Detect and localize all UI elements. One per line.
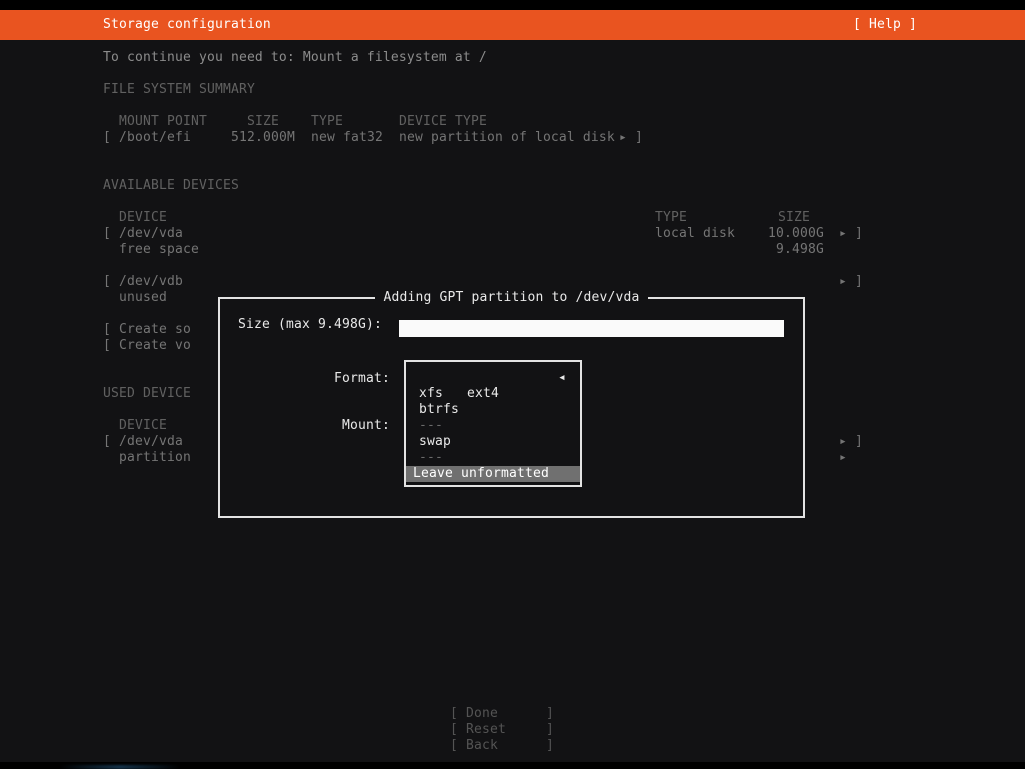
device-vdb-status: unused	[119, 290, 167, 306]
size-input[interactable]	[399, 320, 784, 337]
bracket-close: ]	[546, 738, 554, 754]
row-expand-arrow-icon: ▸	[619, 130, 627, 146]
selected-option-marker-icon: ◂	[558, 370, 566, 386]
device-row-vda-free-space[interactable]: free space 9.498G	[103, 242, 863, 258]
row-expand-arrow-icon: ▸	[839, 226, 847, 242]
top-black-strip	[0, 0, 1025, 10]
fs-summary-row-boot-efi[interactable]: [ /boot/efi 512.000M new fat32 new parti…	[103, 130, 663, 146]
bracket-open: [	[450, 706, 458, 722]
row-expand-arrow-icon: ▸	[839, 274, 847, 290]
used-devices-heading: USED DEVICE	[103, 386, 191, 402]
done-button-label: Done	[466, 706, 498, 722]
size-value: 512.000M	[231, 130, 295, 146]
title-bar: Storage configuration [ Help ]	[0, 10, 1025, 40]
back-button-label: Back	[466, 738, 498, 754]
col-size: SIZE	[247, 114, 279, 130]
bracket-close: ]	[546, 706, 554, 722]
device-name: /dev/vdb	[119, 274, 183, 290]
available-devices-header-row: DEVICE TYPE SIZE	[103, 210, 863, 226]
row-expand-arrow-icon: ▸	[839, 450, 847, 466]
row-expand-arrow-icon: ▸	[839, 434, 847, 450]
col-mount-point: MOUNT POINT	[119, 114, 207, 130]
available-devices-heading: AVAILABLE DEVICES	[103, 178, 239, 194]
device-size: 10.000G	[768, 226, 824, 242]
bracket-close: ]	[855, 434, 863, 450]
format-option-separator: ---	[406, 418, 580, 434]
format-option-xfs[interactable]: xfs	[406, 386, 580, 402]
bracket-open: [	[103, 226, 111, 242]
device-name: /dev/vda	[119, 226, 183, 242]
type-value: new fat32	[311, 130, 383, 146]
free-space-label: free space	[119, 242, 199, 258]
format-option-separator: ---	[406, 450, 580, 466]
create-volume-group-button[interactable]: [ Create vo	[103, 338, 191, 354]
format-option-leave-unformatted[interactable]: Leave unformatted	[406, 466, 580, 482]
back-button[interactable]: [ Back ]	[450, 738, 554, 754]
bracket-close: ]	[855, 274, 863, 290]
bracket-open: [	[103, 130, 111, 146]
col-size: SIZE	[778, 210, 810, 226]
partition-label: partition	[119, 450, 191, 466]
bracket-close: ]	[855, 226, 863, 242]
col-device-type: DEVICE TYPE	[399, 114, 487, 130]
done-button[interactable]: [ Done ]	[450, 706, 554, 722]
format-label: Format:	[334, 371, 390, 387]
device-row-vda[interactable]: [ /dev/vda local disk 10.000G ▸ ]	[103, 226, 863, 242]
continue-requirement-text: To continue you need to: Mount a filesys…	[103, 50, 487, 66]
bracket-close: ]	[635, 130, 643, 146]
col-type: TYPE	[655, 210, 687, 226]
bottom-edge-artifact	[60, 765, 180, 769]
help-button[interactable]: [ Help ]	[853, 10, 917, 26]
reset-button-label: Reset	[466, 722, 506, 738]
format-option-btrfs[interactable]: btrfs	[406, 402, 580, 418]
bracket-open: [	[103, 434, 111, 450]
bracket-open: [	[450, 738, 458, 754]
col-device: DEVICE	[119, 210, 167, 226]
device-name: /dev/vda	[119, 434, 183, 450]
bracket-open: [	[103, 274, 111, 290]
dialog-title: Adding GPT partition to /dev/vda	[220, 290, 803, 306]
page-title: Storage configuration	[103, 10, 271, 26]
col-type: TYPE	[311, 114, 343, 130]
fs-summary-header-row: MOUNT POINT SIZE TYPE DEVICE TYPE	[103, 114, 663, 130]
file-system-summary-heading: FILE SYSTEM SUMMARY	[103, 82, 255, 98]
format-dropdown: ext4 ◂ xfs btrfs --- swap --- Leave unfo…	[404, 360, 582, 487]
format-option-swap[interactable]: swap	[406, 434, 580, 450]
mount-label: Mount:	[342, 418, 390, 434]
bracket-open: [	[450, 722, 458, 738]
size-label: Size (max 9.498G):	[238, 317, 382, 333]
device-row-vdb[interactable]: [ /dev/vdb ▸ ]	[103, 274, 863, 290]
format-option-ext4[interactable]: ext4 ◂	[406, 370, 580, 386]
create-software-raid-button[interactable]: [ Create so	[103, 322, 191, 338]
free-space-size: 9.498G	[776, 242, 824, 258]
add-gpt-partition-dialog: Adding GPT partition to /dev/vda Size (m…	[218, 297, 805, 518]
device-type: local disk	[655, 226, 735, 242]
mount-point-value: /boot/efi	[119, 130, 191, 146]
bracket-close: ]	[546, 722, 554, 738]
col-device: DEVICE	[119, 418, 167, 434]
device-type-value: new partition of local disk	[399, 130, 615, 146]
reset-button[interactable]: [ Reset ]	[450, 722, 554, 738]
